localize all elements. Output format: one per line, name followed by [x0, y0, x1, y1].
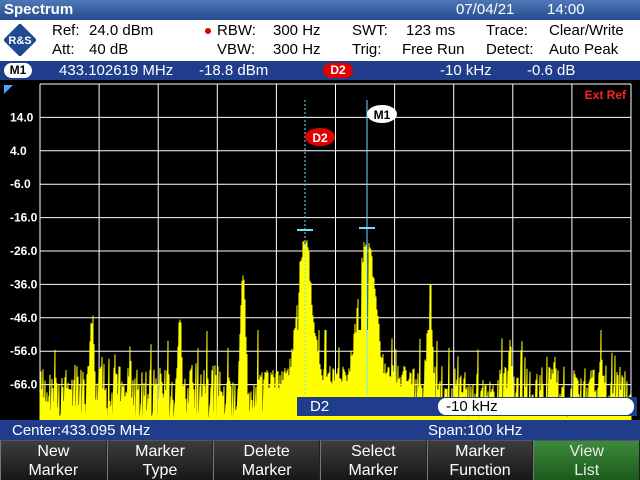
att-value[interactable]: 40 dB	[89, 41, 128, 58]
app-title: Spectrum	[4, 1, 74, 18]
att-label: Att:	[52, 41, 75, 58]
y-axis-ticks: 14.0 4.0 -6.0 -16.0 -26.0 -36.0 -46.0 -5…	[10, 110, 38, 391]
softkey-label: View	[569, 443, 604, 460]
softkey-label: Type	[142, 462, 178, 479]
trace-value[interactable]: Clear/Write	[549, 22, 624, 39]
marker-d2-frequency: -10 kHz	[440, 62, 492, 79]
marker-input-panel: D2 -10 kHz	[297, 397, 637, 416]
y-tick-label: -46.0	[10, 311, 38, 325]
span-setting[interactable]: Span:100 kHz	[428, 422, 522, 439]
softkey-label: Marker	[455, 443, 505, 460]
trace-label: Trace:	[486, 22, 528, 39]
settings-panel: R&S Ref: 24.0 dBm Att: 40 dB RBW: 300 Hz…	[0, 20, 640, 61]
softkey-label: Marker	[241, 462, 292, 479]
detect-label: Detect:	[486, 41, 534, 58]
ref-label: Ref:	[52, 22, 80, 39]
marker-m1-badge: M1	[4, 63, 32, 78]
y-tick-label: -16.0	[10, 211, 38, 225]
trig-label: Trig:	[352, 41, 382, 58]
marker-m1-frequency: 433.102619 MHz	[59, 62, 174, 79]
softkey-bar: New Marker Marker Type Delete Marker Sel…	[0, 440, 640, 480]
time-display: 14:00	[547, 1, 585, 18]
center-frequency[interactable]: Center:433.095 MHz	[12, 422, 150, 439]
delete-marker-button[interactable]: Delete Marker	[213, 440, 321, 480]
rbw-label: RBW:	[217, 22, 256, 39]
marker-function-button[interactable]: Marker Function	[426, 440, 534, 480]
spectrum-plot-svg: 14.0 4.0 -6.0 -16.0 -26.0 -36.0 -46.0 -5…	[4, 83, 632, 420]
trig-value[interactable]: Free Run	[402, 41, 465, 58]
date-display: 07/04/21	[456, 1, 515, 18]
swt-value[interactable]: 123 ms	[406, 22, 455, 39]
y-tick-label: -26.0	[10, 244, 38, 258]
svg-text:R&S: R&S	[8, 35, 31, 47]
title-bar: Spectrum 07/04/21 14:00	[0, 0, 640, 20]
softkey-label: Marker	[348, 462, 399, 479]
rohde-schwarz-logo-icon: R&S	[4, 24, 36, 56]
marker-type-button[interactable]: Marker Type	[106, 440, 214, 480]
rbw-manual-indicator-icon	[205, 28, 211, 34]
softkey-label: Function	[449, 462, 511, 479]
new-marker-button[interactable]: New Marker	[0, 440, 107, 480]
softkey-label: List	[574, 462, 600, 479]
y-tick-label: 14.0	[10, 110, 34, 124]
marker-m1-level: -18.8 dBm	[199, 62, 269, 79]
marker-info-bar: M1 433.102619 MHz -18.8 dBm D2 -10 kHz -…	[0, 61, 640, 80]
rbw-value[interactable]: 300 Hz	[273, 22, 321, 39]
ref-value[interactable]: 24.0 dBm	[89, 22, 153, 39]
status-footer: Center:433.095 MHz Span:100 kHz	[0, 420, 640, 440]
select-marker-button[interactable]: Select Marker	[320, 440, 427, 480]
marker-input-label: D2	[310, 398, 330, 415]
y-tick-label: 4.0	[10, 144, 27, 158]
softkey-label: Delete	[243, 443, 290, 460]
marker-d2-level: -0.6 dB	[527, 62, 576, 79]
spectrum-plot[interactable]: 14.0 4.0 -6.0 -16.0 -26.0 -36.0 -46.0 -5…	[0, 80, 640, 420]
softkey-label: Marker	[135, 443, 185, 460]
ext-ref-indicator: Ext Ref	[585, 88, 627, 102]
y-tick-label: -6.0	[10, 177, 31, 191]
corner-indicator-icon	[4, 85, 13, 94]
vbw-label: VBW:	[217, 41, 256, 58]
vbw-value[interactable]: 300 Hz	[273, 41, 321, 58]
marker-m1-flag-label: M1	[374, 108, 391, 122]
y-tick-label: -66.0	[10, 378, 38, 392]
marker-frequency-input[interactable]: -10 kHz	[438, 398, 634, 415]
view-list-button[interactable]: View List	[533, 440, 640, 480]
marker-d2-flag-label: D2	[312, 131, 328, 145]
detect-value[interactable]: Auto Peak	[549, 41, 618, 58]
y-tick-label: -36.0	[10, 277, 38, 291]
softkey-label: New	[37, 443, 70, 460]
softkey-label: Marker	[28, 462, 79, 479]
marker-d2-badge: D2	[323, 63, 353, 78]
softkey-label: Select	[351, 443, 396, 460]
y-tick-label: -56.0	[10, 344, 38, 358]
swt-label: SWT:	[352, 22, 388, 39]
